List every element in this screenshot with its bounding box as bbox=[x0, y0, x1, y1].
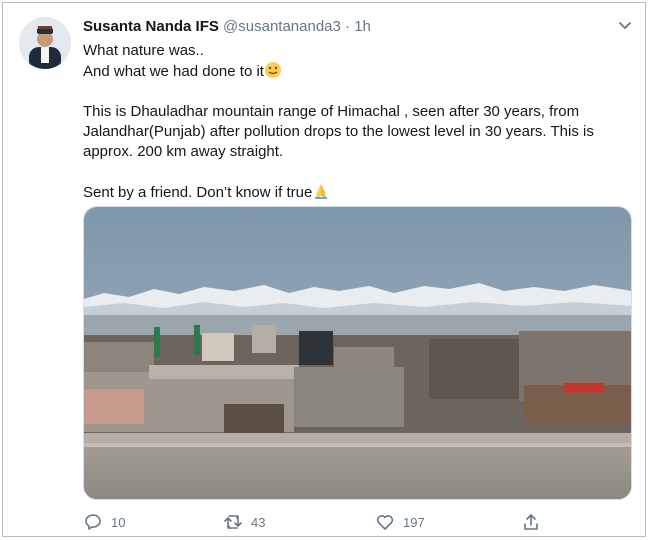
avatar-image bbox=[19, 17, 71, 69]
chevron-down-icon[interactable] bbox=[616, 17, 634, 35]
tweet-card[interactable]: Susanta Nanda IFS @susantananda3 · 1h Wh… bbox=[2, 2, 646, 537]
smiling-face-emoji-icon bbox=[264, 62, 281, 78]
retweet-icon bbox=[224, 515, 242, 529]
share-icon bbox=[524, 514, 538, 530]
tweet-body: What nature was.. And what we had done t… bbox=[83, 41, 623, 203]
tweet-line-2-text: And what we had done to it bbox=[83, 63, 264, 80]
tweet-header: Susanta Nanda IFS @susantananda3 · 1h bbox=[83, 18, 371, 35]
tweet-line-2: And what we had done to it bbox=[83, 61, 623, 82]
tweet-line-4-text: Sent by a friend. Don’t know if true bbox=[83, 184, 313, 201]
reply-button[interactable]: 10 bbox=[83, 508, 125, 536]
retweet-count: 43 bbox=[251, 514, 266, 530]
share-button[interactable] bbox=[521, 508, 541, 536]
like-icon bbox=[376, 515, 394, 530]
tweet-line-4: Sent by a friend. Don’t know if true bbox=[83, 182, 623, 203]
tweet-line-3: This is Dhauladhar mountain range of Him… bbox=[83, 103, 594, 160]
tweet-line-1: What nature was.. bbox=[83, 42, 204, 59]
reply-count: 10 bbox=[111, 514, 126, 530]
mountain-photo bbox=[84, 207, 631, 499]
like-count: 197 bbox=[403, 514, 425, 530]
avatar[interactable] bbox=[19, 17, 71, 69]
author-name[interactable]: Susanta Nanda IFS bbox=[83, 18, 219, 35]
tweet-photo[interactable] bbox=[83, 206, 632, 500]
retweet-button[interactable]: 43 bbox=[223, 508, 265, 536]
timestamp[interactable]: 1h bbox=[354, 18, 371, 35]
author-handle[interactable]: @susantananda3 bbox=[223, 18, 341, 35]
reply-icon bbox=[85, 514, 101, 530]
tweet-actions: 10 43 197 bbox=[83, 508, 563, 536]
folded-hands-emoji-icon bbox=[315, 184, 328, 199]
separator-dot: · bbox=[345, 18, 351, 35]
like-button[interactable]: 197 bbox=[375, 508, 425, 536]
